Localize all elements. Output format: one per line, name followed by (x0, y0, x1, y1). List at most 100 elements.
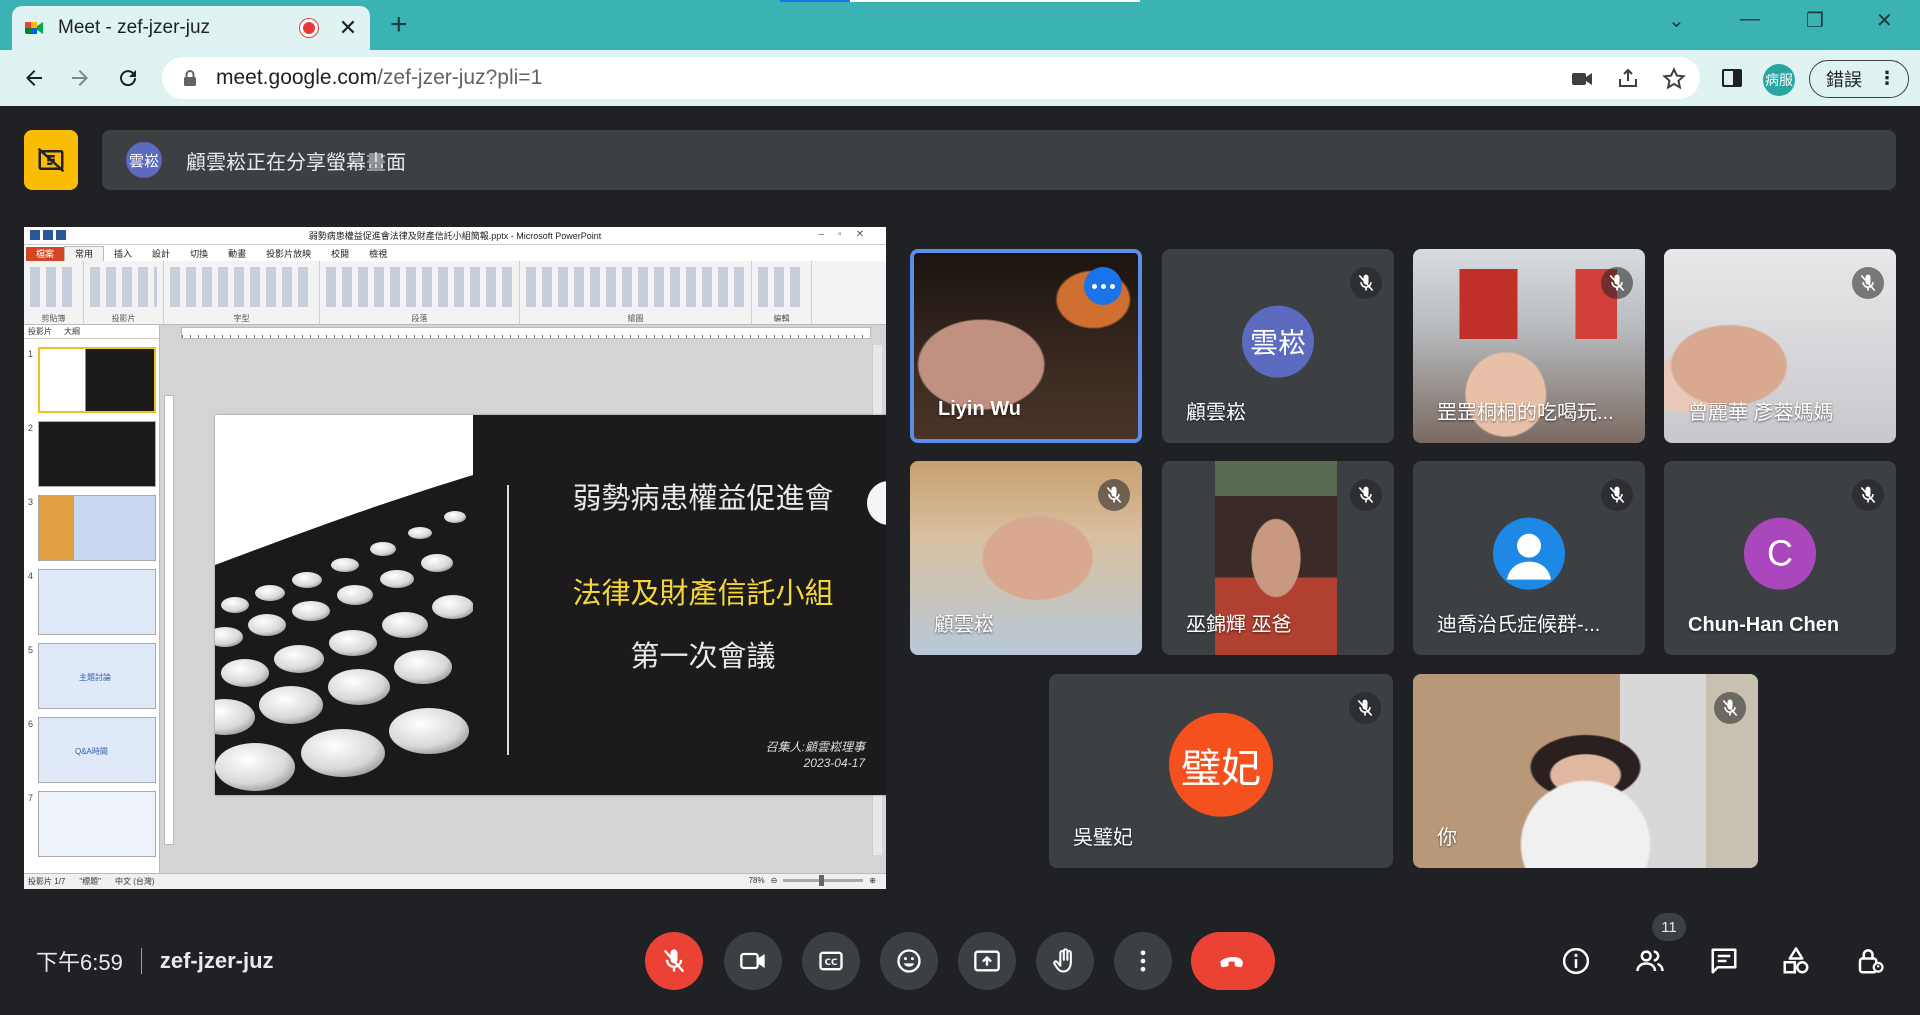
participant-name: 顧雲崧 (1186, 402, 1246, 424)
participant-name: 迪喬治氏症候群-... (1437, 614, 1601, 636)
people-icon (1636, 950, 1664, 972)
ppt-tab-view: 檢視 (369, 249, 388, 259)
participant-name: Liyin Wu (938, 398, 1021, 420)
share-page-icon[interactable] (1616, 67, 1640, 91)
participant-tile-gu-yunsong[interactable]: 雲崧 顧雲崧 (1162, 249, 1394, 443)
captions-button[interactable]: CC (802, 932, 860, 990)
participant-name: 吳璧妃 (1073, 827, 1133, 849)
ppt-zoom-level: 78% (748, 876, 765, 885)
participant-tile-self[interactable]: 你 (1413, 674, 1758, 868)
mic-off-indicator (1601, 267, 1633, 299)
videocam-icon (740, 952, 765, 970)
browser-menu-icon[interactable]: ⋮ (1878, 69, 1896, 87)
ppt-group-slides: 投影片 (84, 261, 164, 325)
screen-share-banner: 雲崧 顧雲崧正在分享螢幕畫面 (102, 130, 1896, 190)
slide-footer: 召集人:顧雲崧理事 2023-04-17 (766, 739, 865, 771)
slide-title-meeting: 第一次會議 (630, 641, 776, 673)
hand-icon (1053, 948, 1072, 973)
thumb-number: 7 (28, 793, 34, 803)
camera-in-use-icon[interactable] (1570, 67, 1594, 91)
forward-button[interactable] (64, 62, 96, 94)
participant-tile-gang-tong[interactable]: 罡罡桐桐的吃喝玩... (1413, 249, 1645, 443)
mic-off-icon (663, 949, 685, 973)
shapes-icon (1783, 947, 1809, 974)
toggle-microphone-button[interactable] (645, 932, 703, 990)
reactions-button[interactable] (880, 932, 938, 990)
present-to-all-off-icon (37, 147, 65, 173)
info-icon (1562, 947, 1590, 975)
recording-indicator-icon (300, 19, 318, 37)
new-tab-button[interactable]: + (390, 10, 408, 40)
ppt-group-drawing: 繪圖 (520, 261, 752, 325)
host-controls-button[interactable] (1851, 942, 1889, 980)
slide-dot-pattern-image (215, 415, 473, 795)
slide-divider-line (507, 485, 509, 755)
participant-name: 巫錦輝 巫爸 (1186, 614, 1292, 636)
slide-thumbnail (38, 421, 156, 487)
mic-off-indicator (1852, 479, 1884, 511)
lock-icon (184, 70, 196, 86)
participant-name: 曾麗華 彥蓉媽媽 (1688, 402, 1834, 424)
lock-person-icon (1858, 949, 1884, 974)
restore-window-button[interactable]: ❐ (1806, 8, 1824, 33)
thumb-number: 6 (28, 719, 34, 729)
side-panel-icon[interactable] (1720, 66, 1744, 90)
participant-avatar: 璧妃 (1169, 712, 1273, 817)
ppt-tab-file: 檔案 (26, 247, 65, 261)
mic-off-indicator (1349, 692, 1381, 724)
divider (140, 948, 142, 974)
participant-tile-wu-bifei[interactable]: 璧妃 吳璧妃 (1049, 674, 1393, 868)
present-now-button[interactable] (958, 932, 1016, 990)
tab-search-chevron-icon[interactable]: ⌄ (1668, 8, 1685, 33)
bookmark-star-icon[interactable] (1662, 67, 1686, 91)
url-path: /zef-jzer-juz?pli=1 (377, 66, 543, 89)
leave-call-button[interactable] (1191, 932, 1275, 990)
mic-off-icon (1722, 699, 1738, 717)
call-end-icon (1220, 957, 1243, 968)
tab-close-icon[interactable]: ✕ (338, 15, 358, 41)
mic-off-indicator (1098, 479, 1130, 511)
presentation-indicator[interactable] (24, 130, 78, 190)
ppt-title-bar: 弱勢病患權益促進會法律及財產信託小組簡報.pptx - Microsoft Po… (24, 227, 886, 245)
toggle-camera-button[interactable] (724, 932, 782, 990)
mic-off-icon (1609, 486, 1625, 504)
participant-tile-wu-jinhui[interactable]: 巫錦輝 巫爸 (1162, 461, 1394, 655)
people-count-badge: 11 (1652, 913, 1686, 941)
participant-tile-zeng-lihua[interactable]: 曾麗華 彥蓉媽媽 (1664, 249, 1896, 443)
profile-error-chip[interactable]: 錯誤 ⋮ (1809, 60, 1909, 98)
chat-button[interactable] (1705, 942, 1743, 980)
participant-tile-gu-yunsong-video[interactable]: 顧雲崧 (910, 461, 1142, 655)
close-window-button[interactable]: ✕ (1876, 8, 1893, 33)
back-button[interactable] (18, 62, 50, 94)
ppt-tab-review: 校閱 (331, 249, 350, 259)
show-everyone-button[interactable] (1631, 942, 1669, 980)
ppt-vertical-ruler (164, 395, 174, 845)
meeting-details-button[interactable] (1557, 942, 1595, 980)
slide-convener: 召集人:顧雲崧理事 (765, 740, 865, 754)
ppt-slide-counter: 投影片 1/7 (28, 877, 66, 886)
thumb-number: 3 (28, 497, 34, 507)
raise-hand-button[interactable] (1036, 932, 1094, 990)
ppt-window-title: 弱勢病患權益促進會法律及財產信託小組簡報.pptx - Microsoft Po… (308, 231, 602, 241)
ppt-slide-thumbnails: 投影片 大綱 1 2 3 4 5 主題討論 6 Q&A時間 7 (24, 325, 160, 873)
participant-video (1413, 674, 1758, 868)
more-options-button[interactable] (1114, 932, 1172, 990)
participant-tile-chun-han-chen[interactable]: C Chun-Han Chen (1664, 461, 1896, 655)
ppt-tab-insert: 插入 (114, 249, 133, 259)
ppt-ribbon-tabs: 檔案 常用 插入 設計 切換 動畫 投影片放映 校閱 檢視 (24, 245, 886, 261)
tile-more-options-button[interactable] (1084, 267, 1122, 305)
participant-tile-liyin-wu[interactable]: Liyin Wu (910, 249, 1142, 443)
address-bar[interactable]: meet.google.com/zef-jzer-juz?pli=1 (162, 57, 1700, 99)
profile-avatar[interactable]: 病服 (1763, 64, 1795, 96)
minimize-window-button[interactable]: — (1740, 8, 1760, 31)
ppt-tab-slideshow: 投影片放映 (266, 249, 312, 259)
ppt-tab-transitions: 切換 (190, 249, 209, 259)
closed-caption-icon: CC (819, 951, 843, 971)
ppt-group-editing: 編輯 (752, 261, 812, 325)
browser-tab-meet[interactable]: Meet - zef-jzer-juz ✕ (12, 6, 370, 50)
participant-tile-digeorge-group[interactable]: 迪喬治氏症候群-... (1413, 461, 1645, 655)
chat-icon (1711, 948, 1737, 974)
reload-button[interactable] (112, 62, 144, 94)
slide-thumbnail (38, 347, 156, 413)
activities-button[interactable] (1777, 942, 1815, 980)
